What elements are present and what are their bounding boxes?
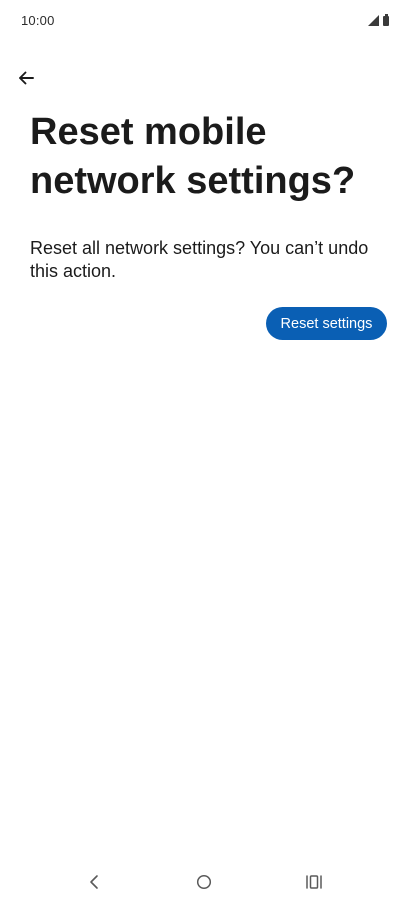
status-time: 10:00 [21,13,55,28]
status-bar: 10:00 [0,0,409,44]
battery-icon [383,14,389,26]
signal-icon [368,15,379,26]
nav-recents-icon [306,875,322,889]
nav-back-button[interactable] [84,872,104,892]
nav-home-button[interactable] [194,872,214,892]
nav-home-icon [196,874,212,890]
page-title: Reset mobile network settings? [30,111,356,202]
arrow-back-icon [19,71,34,85]
nav-recents-button[interactable] [304,872,324,892]
page-description: Reset all network settings? You can’t un… [30,238,369,281]
navigation-bar [0,862,409,910]
nav-back-icon [90,875,98,889]
reset-settings-button[interactable]: Reset settings [266,307,387,340]
back-button[interactable] [12,64,40,92]
status-icons [368,14,389,26]
